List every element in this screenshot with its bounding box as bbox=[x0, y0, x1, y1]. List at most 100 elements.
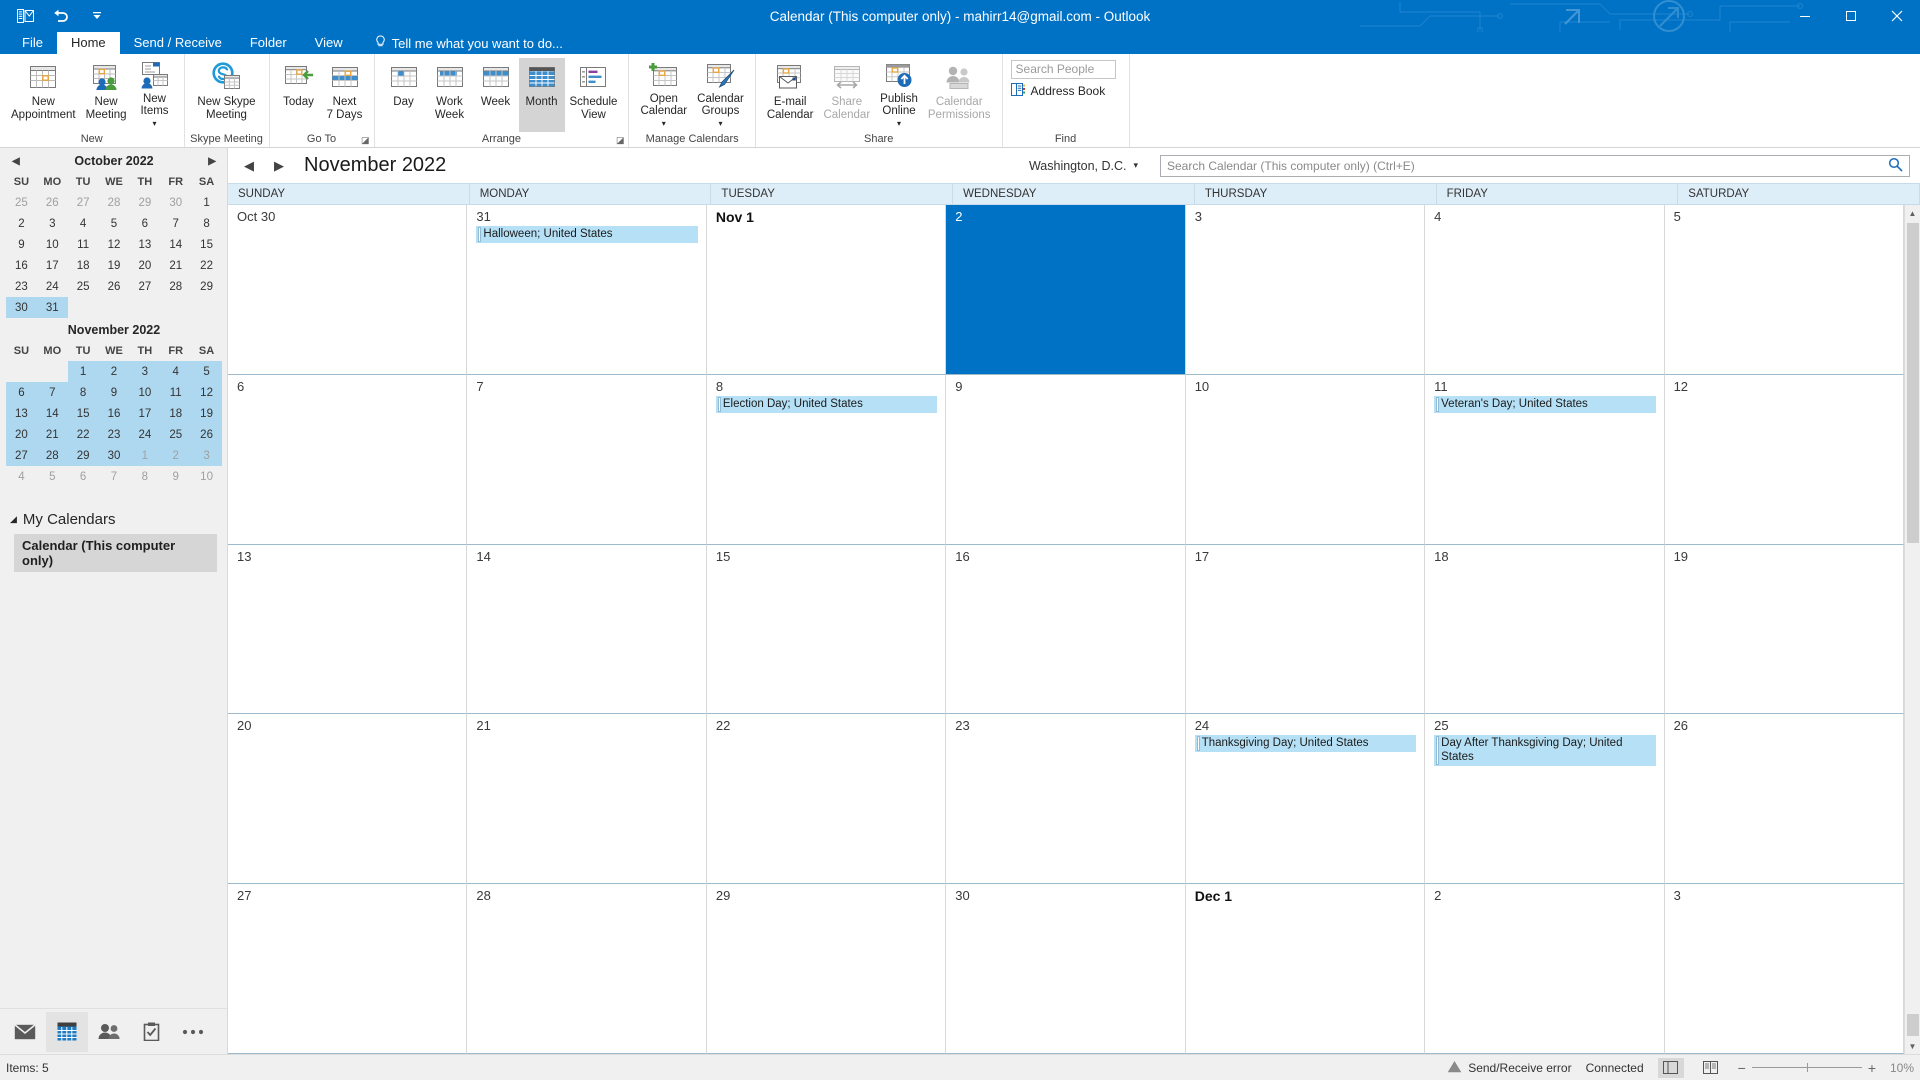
mini-calendar-day[interactable]: 2 bbox=[6, 213, 37, 234]
chevron-down-icon[interactable]: ▾ bbox=[662, 118, 666, 131]
nav-more-button[interactable] bbox=[172, 1012, 214, 1052]
mini-calendar-day[interactable]: 5 bbox=[191, 361, 222, 382]
mini-calendar-day[interactable]: 6 bbox=[6, 382, 37, 403]
scroll-up-arrow-icon[interactable]: ▲ bbox=[1905, 205, 1920, 221]
mini-calendar-day[interactable]: 27 bbox=[68, 192, 99, 213]
undo-arrow-icon[interactable] bbox=[50, 5, 72, 27]
chevron-down-icon[interactable]: ▾ bbox=[1133, 160, 1138, 171]
calendar-event[interactable]: Election Day; United States bbox=[715, 395, 938, 413]
mini-calendar-day[interactable]: 14 bbox=[160, 234, 191, 255]
calendar-day-cell[interactable]: 7 bbox=[467, 374, 707, 545]
mini-calendar-day[interactable]: 18 bbox=[68, 255, 99, 276]
chevron-down-icon[interactable]: ▾ bbox=[718, 118, 722, 131]
nav-tasks-button[interactable] bbox=[130, 1012, 172, 1052]
mini-calendar-day[interactable]: 7 bbox=[99, 466, 130, 487]
calendar-day-cell[interactable]: Oct 30 bbox=[228, 205, 468, 375]
mini-calendar-day[interactable]: 13 bbox=[129, 234, 160, 255]
collapse-triangle-icon[interactable]: ◢ bbox=[10, 514, 17, 525]
calendar-day-cell[interactable]: 26 bbox=[1664, 714, 1904, 885]
mini-calendar-day[interactable]: 8 bbox=[191, 213, 222, 234]
mini-calendar-day[interactable]: 6 bbox=[68, 466, 99, 487]
calendar-day-cell[interactable]: 27 bbox=[228, 884, 468, 1054]
zoom-in-button[interactable]: + bbox=[1868, 1060, 1876, 1076]
calendar-day-cell[interactable]: 5 bbox=[1664, 205, 1904, 375]
tab-folder[interactable]: Folder bbox=[236, 32, 301, 54]
maximize-button[interactable] bbox=[1828, 0, 1874, 32]
calendar-groups-button[interactable]: Calendar Groups ▾ bbox=[692, 58, 749, 132]
nav-calendar-button[interactable] bbox=[46, 1011, 88, 1052]
mini-calendar-day[interactable]: 2 bbox=[160, 445, 192, 466]
scrollbar-thumb[interactable] bbox=[1906, 223, 1919, 543]
calendar-day-cell[interactable]: 24 Thanksgiving Day; United States bbox=[1185, 714, 1426, 885]
address-book-button[interactable]: Address Book bbox=[1010, 83, 1121, 99]
calendar-day-cell[interactable]: 31 Halloween; United States bbox=[467, 205, 707, 375]
calendar-day-cell[interactable]: 11 Veteran's Day; United States bbox=[1425, 374, 1665, 545]
calendar-day-cell[interactable]: 8 Election Day; United States bbox=[706, 374, 947, 545]
schedule-view-button[interactable]: Schedule View bbox=[565, 58, 623, 132]
mini-calendar-day[interactable]: 20 bbox=[6, 424, 37, 445]
calendar-day-cell[interactable]: 22 bbox=[706, 714, 947, 885]
mini-calendar-day[interactable]: 2 bbox=[98, 361, 130, 382]
mini-calendar-day[interactable]: 20 bbox=[129, 255, 160, 276]
previous-month-button[interactable]: ◀ bbox=[240, 158, 258, 174]
mini-calendar-day[interactable]: 28 bbox=[36, 445, 68, 466]
calendar-day-cell[interactable]: 6 bbox=[228, 374, 468, 545]
calendar-day-cell[interactable]: 16 bbox=[946, 544, 1186, 715]
mini-calendar-day[interactable]: 28 bbox=[160, 276, 191, 297]
new-skype-meeting-button[interactable]: New Skype Meeting bbox=[191, 58, 263, 132]
calendar-day-cell[interactable]: 19 bbox=[1664, 544, 1904, 715]
tab-home[interactable]: Home bbox=[56, 32, 120, 54]
calendar-day-cell[interactable]: 21 bbox=[467, 714, 707, 885]
chevron-down-icon[interactable]: ▾ bbox=[152, 118, 156, 131]
calendar-day-cell[interactable]: 28 bbox=[467, 884, 707, 1054]
calendar-list-item[interactable]: Calendar (This computer only) bbox=[14, 534, 217, 572]
next-7-days-button[interactable]: Next 7 Days bbox=[322, 58, 368, 132]
mini-calendar-day[interactable]: 23 bbox=[6, 276, 37, 297]
calendar-day-cell[interactable]: 3 bbox=[1664, 884, 1904, 1054]
search-icon[interactable] bbox=[1888, 157, 1903, 175]
zoom-track[interactable] bbox=[1751, 1063, 1862, 1072]
mini-calendar-day[interactable]: 27 bbox=[129, 276, 160, 297]
mini-calendar-day[interactable]: 21 bbox=[36, 424, 68, 445]
mini-calendar-day[interactable]: 16 bbox=[98, 403, 130, 424]
calendar-day-cell[interactable]: 29 bbox=[706, 884, 947, 1054]
calendar-day-cell[interactable]: Dec 1 bbox=[1185, 884, 1426, 1054]
tab-file[interactable]: File bbox=[8, 32, 57, 54]
calendar-event[interactable]: Thanksgiving Day; United States bbox=[1194, 735, 1417, 753]
calendar-day-cell[interactable]: 2 bbox=[1425, 884, 1665, 1054]
calendar-day-cell[interactable]: 25 Day After Thanksgiving Day; United Sta… bbox=[1425, 714, 1665, 885]
chevron-down-icon[interactable] bbox=[86, 5, 108, 27]
mini-calendar-day[interactable]: 4 bbox=[68, 213, 99, 234]
mini-calendar-day[interactable]: 10 bbox=[129, 382, 161, 403]
send-receive-error-indicator[interactable]: Send/Receive error bbox=[1447, 1060, 1572, 1076]
mini-calendar-day[interactable]: 9 bbox=[160, 466, 191, 487]
calendar-day-cell[interactable]: 13 bbox=[228, 544, 468, 715]
my-calendars-header[interactable]: ◢ My Calendars bbox=[0, 507, 227, 532]
mini-next-month-icon[interactable]: ▶ bbox=[208, 156, 216, 167]
mini-calendar-day[interactable]: 11 bbox=[68, 234, 99, 255]
work-week-button[interactable]: Work Week bbox=[427, 58, 473, 132]
mini-calendar-day[interactable]: 27 bbox=[6, 445, 37, 466]
mini-calendar-day[interactable]: 11 bbox=[160, 382, 192, 403]
mini-calendar-day[interactable]: 1 bbox=[67, 361, 99, 382]
calendar-day-cell[interactable]: 15 bbox=[706, 544, 947, 715]
open-calendar-button[interactable]: Open Calendar ▾ bbox=[635, 58, 692, 132]
nav-mail-button[interactable] bbox=[4, 1012, 46, 1052]
mini-calendar-day[interactable]: 25 bbox=[160, 424, 192, 445]
search-people-input[interactable]: Search People bbox=[1010, 60, 1116, 79]
mini-calendar-day[interactable]: 8 bbox=[67, 382, 99, 403]
publish-online-button[interactable]: Publish Online ▾ bbox=[875, 58, 923, 132]
mini-calendar-day[interactable]: 12 bbox=[99, 234, 130, 255]
tell-me-box[interactable]: Tell me what you want to do... bbox=[357, 32, 563, 54]
calendar-event[interactable]: Veteran's Day; United States bbox=[1434, 395, 1656, 413]
mini-calendar-day[interactable]: 31 bbox=[36, 297, 68, 318]
mini-calendar-day[interactable]: 3 bbox=[129, 361, 161, 382]
mini-calendar-day[interactable]: 29 bbox=[191, 276, 222, 297]
send-receive-all-folders-icon[interactable] bbox=[14, 5, 36, 27]
new-appointment-button[interactable]: New Appointment bbox=[6, 58, 81, 132]
mini-calendar-day[interactable]: 1 bbox=[191, 192, 222, 213]
mini-calendar-day[interactable]: 4 bbox=[160, 361, 192, 382]
new-meeting-button[interactable]: New Meeting bbox=[81, 58, 132, 132]
month-view-button[interactable]: Month bbox=[518, 58, 565, 132]
mini-calendar-day[interactable]: 22 bbox=[191, 255, 222, 276]
